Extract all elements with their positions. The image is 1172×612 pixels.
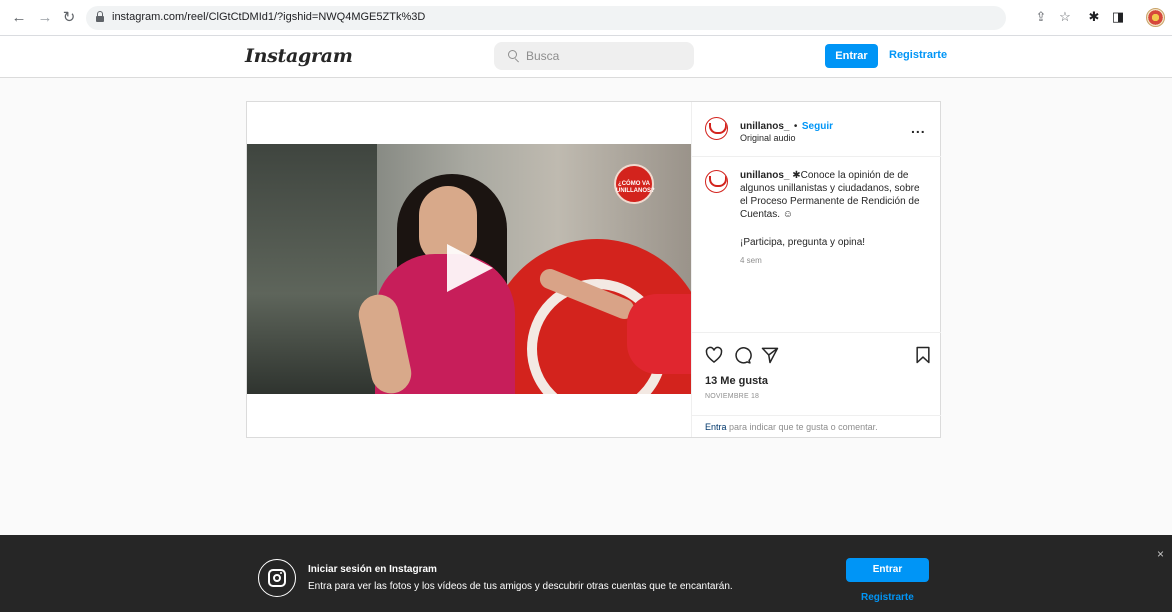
- separator-dot: •: [793, 121, 798, 132]
- close-icon[interactable]: ×: [1157, 547, 1164, 561]
- address-bar[interactable]: instagram.com/reel/ClGtCtDMId1/?igshid=N…: [86, 6, 1006, 30]
- post-card: ¿CÓMO VA UNILLANOS? unillanos_ • Seguir …: [246, 101, 941, 438]
- caption-text: unillanos_ ✱Conoce la opinión de de algu…: [740, 169, 922, 221]
- signup-link[interactable]: Registrarte: [889, 49, 947, 61]
- share-icon[interactable]: [760, 345, 780, 365]
- post-date: NOVIEMBRE 18: [705, 393, 760, 400]
- search-box[interactable]: [494, 42, 694, 70]
- likes-count[interactable]: 13 Me gusta: [705, 375, 768, 387]
- caption-cta: ¡Participa, pregunta y opina!: [740, 237, 866, 248]
- avatar[interactable]: [705, 117, 728, 140]
- extensions-icon[interactable]: ✱: [1086, 9, 1102, 25]
- lock-icon: [96, 11, 104, 22]
- video-badge-logo: ¿CÓMO VA UNILLANOS?: [614, 164, 655, 204]
- bookmark-icon[interactable]: [913, 345, 933, 365]
- comment-icon[interactable]: [732, 345, 752, 365]
- play-icon[interactable]: [447, 244, 493, 292]
- heart-icon[interactable]: [704, 345, 724, 365]
- browser-toolbar: ← → ↻ instagram.com/reel/ClGtCtDMId1/?ig…: [0, 0, 1172, 36]
- avatar[interactable]: [705, 170, 728, 193]
- caption-block: unillanos_ ✱Conoce la opinión de de algu…: [692, 158, 941, 333]
- forward-icon[interactable]: →: [36, 9, 54, 27]
- post-author-line: unillanos_ • Seguir: [740, 116, 833, 134]
- instagram-logo[interactable]: Instagram: [245, 45, 353, 67]
- post-header: unillanos_ • Seguir Original audio ...: [692, 102, 941, 157]
- banner-title: Iniciar sesión en Instagram: [308, 564, 437, 575]
- sidebar-icon[interactable]: ◨: [1110, 9, 1126, 25]
- search-icon: [508, 50, 519, 63]
- banner-subtitle: Entra para ver las fotos y los vídeos de…: [308, 581, 733, 592]
- banner-signup-link[interactable]: Registrarte: [861, 592, 914, 603]
- post-time[interactable]: 4 sem: [740, 256, 762, 265]
- audio-label[interactable]: Original audio: [740, 133, 796, 143]
- post-sidebar: unillanos_ • Seguir Original audio ... u…: [691, 102, 941, 437]
- url-text[interactable]: instagram.com/reel/ClGtCtDMId1/?igshid=N…: [112, 11, 425, 23]
- caption-username[interactable]: unillanos_: [740, 170, 789, 181]
- more-options-icon[interactable]: ...: [911, 120, 926, 136]
- media-area: ¿CÓMO VA UNILLANOS?: [247, 102, 691, 437]
- login-prompt-text: para indicar que te gusta o comentar.: [726, 422, 878, 432]
- post-actions: 13 Me gusta NOVIEMBRE 18 Entra para indi…: [692, 332, 941, 437]
- username-link[interactable]: unillanos_: [740, 121, 789, 132]
- reload-icon[interactable]: ↻: [60, 9, 78, 27]
- star-icon[interactable]: ☆: [1057, 9, 1073, 25]
- reel-video[interactable]: ¿CÓMO VA UNILLANOS?: [247, 144, 691, 394]
- follow-button[interactable]: Seguir: [802, 121, 833, 132]
- login-link[interactable]: Entra: [705, 422, 727, 432]
- instagram-header: Instagram Entrar Registrarte: [0, 36, 1172, 78]
- share-icon[interactable]: ⇪: [1033, 9, 1049, 25]
- login-banner: Iniciar sesión en Instagram Entra para v…: [0, 535, 1172, 612]
- search-input[interactable]: [526, 42, 686, 70]
- login-prompt: Entra para indicar que te gusta o coment…: [692, 415, 941, 438]
- banner-login-button[interactable]: Entrar: [846, 558, 929, 582]
- profile-avatar[interactable]: [1146, 8, 1165, 27]
- instagram-icon: [258, 559, 296, 597]
- back-icon[interactable]: ←: [10, 9, 28, 27]
- login-button[interactable]: Entrar: [825, 44, 878, 68]
